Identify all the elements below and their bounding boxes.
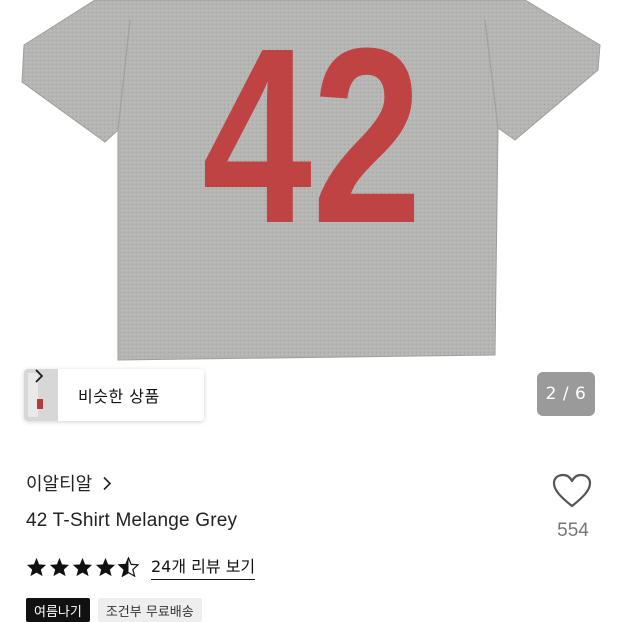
star-rating — [26, 556, 139, 577]
like-button[interactable] — [548, 473, 596, 513]
printed-number: 42 — [202, 0, 422, 275]
like-count: 554 — [557, 520, 589, 541]
tag-summer: 여름나기 — [26, 598, 90, 622]
star-icon — [72, 557, 93, 576]
brand-link[interactable]: 이알티알 — [26, 470, 112, 496]
product-image-gallery[interactable]: 42 비슷한 상품 2 / 6 — [0, 0, 620, 430]
product-title: 42 T-Shirt Melange Grey — [26, 510, 238, 531]
review-link[interactable]: 24개 리뷰 보기 — [151, 553, 256, 580]
star-icon — [95, 557, 116, 576]
similar-products-button[interactable]: 비슷한 상품 — [24, 369, 204, 421]
tag-free-shipping: 조건부 무료배송 — [97, 598, 202, 622]
tags-row: 여름나기 조건부 무료배송 — [26, 598, 202, 622]
heart-outline-icon — [552, 473, 592, 508]
chevron-right-icon — [35, 369, 44, 383]
rating-row: 24개 리뷰 보기 — [26, 553, 256, 580]
similar-products-label: 비슷한 상품 — [78, 387, 160, 406]
star-half-icon — [118, 556, 139, 577]
tshirt-image: 42 — [21, 0, 601, 361]
star-icon — [49, 557, 70, 576]
star-icon — [26, 557, 47, 576]
chevron-right-icon — [103, 476, 112, 490]
brand-name: 이알티알 — [26, 474, 93, 495]
image-page-counter: 2 / 6 — [537, 372, 595, 416]
